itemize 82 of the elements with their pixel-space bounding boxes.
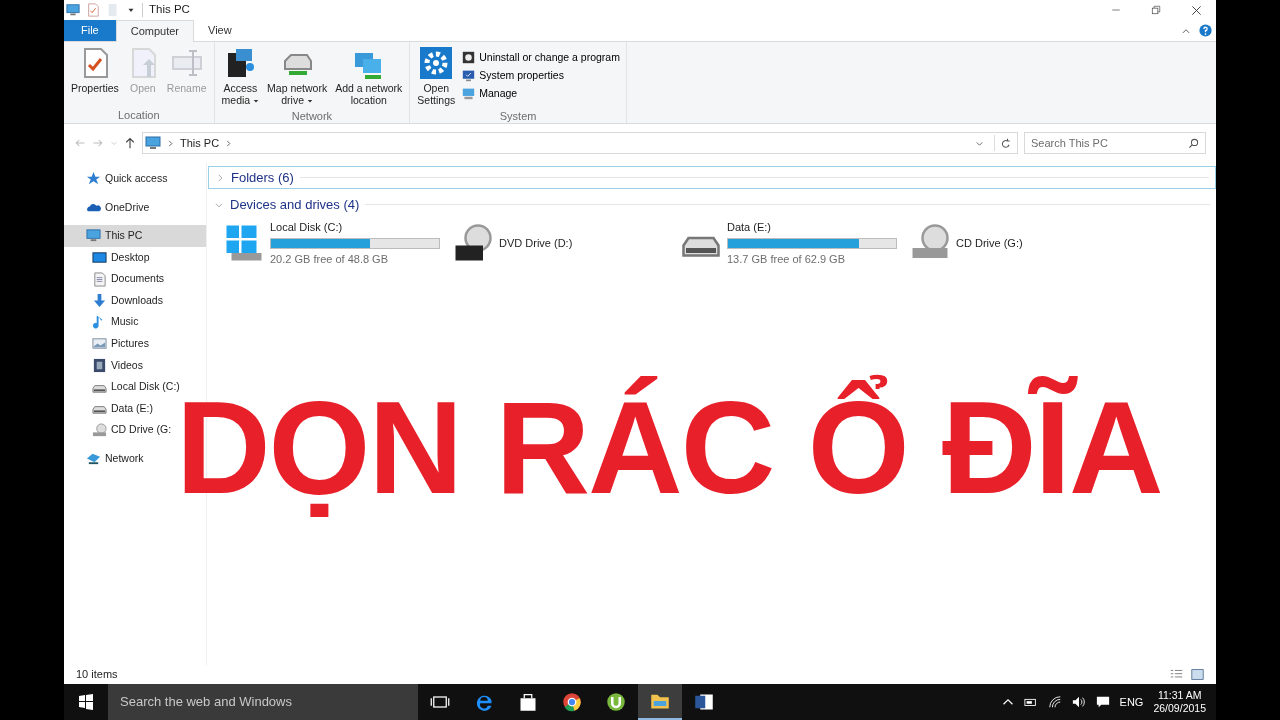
search-icon[interactable] bbox=[1188, 138, 1199, 150]
clock-time[interactable]: 11:31 AM bbox=[1153, 689, 1206, 702]
sidebar-item[interactable]: This PC bbox=[64, 225, 206, 247]
ribbon-tab[interactable]: Computer bbox=[115, 20, 195, 42]
window-title: This PC bbox=[149, 2, 190, 18]
film-icon bbox=[92, 358, 107, 374]
ribbon-button[interactable]: Access media bbox=[218, 45, 263, 108]
sidebar-item[interactable]: Quick access bbox=[64, 168, 206, 190]
drive-name[interactable]: Data (E:) bbox=[727, 219, 897, 236]
drive-name[interactable]: DVD Drive (D:) bbox=[499, 234, 573, 252]
windows-drive-icon bbox=[224, 223, 264, 263]
computer-icon bbox=[145, 135, 161, 151]
disc-drive-icon bbox=[92, 422, 107, 438]
breadcrumb[interactable]: This PC bbox=[180, 134, 220, 152]
desktop-icon bbox=[92, 250, 107, 266]
computer-icon bbox=[66, 3, 80, 17]
star-icon bbox=[86, 171, 101, 187]
free-space-text: 20.2 GB free of 48.8 GB bbox=[270, 251, 389, 267]
ribbon-button[interactable]: Properties bbox=[68, 45, 122, 107]
dvd-drive-icon bbox=[453, 223, 493, 263]
document-icon bbox=[92, 271, 107, 287]
close-icon[interactable] bbox=[1190, 4, 1202, 16]
drive-name[interactable]: Local Disk (C:) bbox=[270, 219, 440, 236]
clock-date[interactable]: 26/09/2015 bbox=[1153, 702, 1206, 715]
search-field[interactable]: Search This PC bbox=[1024, 132, 1206, 154]
caret-icon bbox=[253, 98, 260, 105]
picture-icon bbox=[92, 336, 107, 352]
input-language[interactable]: ENG bbox=[1119, 693, 1144, 711]
ribbon-small-button[interactable]: Manage bbox=[460, 84, 622, 103]
sidebar-item[interactable]: Local Disk (C:) bbox=[64, 376, 206, 398]
down-arrow-icon bbox=[92, 293, 107, 309]
refresh-icon[interactable] bbox=[1000, 137, 1012, 150]
sidebar-item[interactable]: Videos bbox=[64, 354, 206, 377]
shopping-bag-icon bbox=[518, 692, 538, 712]
message-icon[interactable] bbox=[1095, 695, 1110, 709]
help-icon[interactable] bbox=[1199, 24, 1212, 37]
large-icons-view-icon[interactable] bbox=[1191, 668, 1204, 681]
breadcrumb-chevron-icon[interactable] bbox=[167, 139, 174, 147]
ribbon-group-label: System bbox=[498, 109, 538, 124]
free-space-text: 13.7 GB free of 62.9 GB bbox=[727, 251, 846, 267]
dropdown-chevron-icon[interactable] bbox=[975, 139, 984, 149]
sidebar-item[interactable]: Pictures bbox=[64, 333, 206, 355]
address-field[interactable]: This PC bbox=[142, 132, 1018, 154]
sidebar-item[interactable]: Desktop bbox=[64, 246, 206, 269]
ribbon-button[interactable]: Add a network location bbox=[332, 45, 406, 108]
up-arrow-icon[interactable] bbox=[124, 137, 136, 149]
ribbon-button[interactable]: Map network drive bbox=[264, 45, 331, 108]
taskbar-app[interactable] bbox=[638, 684, 682, 720]
ribbon-group-label: Location bbox=[117, 108, 161, 123]
checklist-icon[interactable] bbox=[86, 3, 100, 17]
computer-icon bbox=[86, 228, 101, 244]
section-header[interactable]: Devices and drives (4) bbox=[208, 193, 1216, 216]
sidebar-item[interactable]: OneDrive bbox=[64, 196, 206, 219]
monitor-check-icon bbox=[462, 69, 476, 83]
ribbon-tab[interactable]: View bbox=[194, 20, 246, 41]
sidebar-item[interactable]: Downloads bbox=[64, 289, 206, 312]
rename-icon bbox=[170, 47, 203, 79]
section-header[interactable]: Folders (6) bbox=[208, 166, 1216, 189]
ribbon-button[interactable]: Open Settings bbox=[414, 45, 459, 108]
wifi-icon[interactable] bbox=[1047, 695, 1062, 709]
word-document-icon bbox=[694, 692, 714, 712]
ribbon-group-label: Network bbox=[290, 109, 334, 124]
restore-icon[interactable] bbox=[1151, 4, 1161, 15]
network-icon bbox=[86, 451, 101, 467]
gear-icon bbox=[420, 47, 453, 79]
disc-box-icon bbox=[462, 51, 476, 65]
chrome-circle-icon bbox=[562, 692, 582, 712]
ribbon-tab[interactable]: File bbox=[64, 20, 116, 41]
chevron-icon bbox=[215, 172, 225, 183]
computer-manage-icon bbox=[462, 86, 476, 100]
sidebar-item[interactable]: Music bbox=[64, 311, 206, 334]
ribbon-small-button[interactable]: System properties bbox=[460, 66, 622, 85]
speaker-icon[interactable] bbox=[1071, 695, 1086, 709]
ribbon-small-button[interactable]: Uninstall or change a program bbox=[460, 49, 622, 67]
drive-name[interactable]: CD Drive (G:) bbox=[956, 234, 1023, 252]
taskbar-search-field[interactable]: Search the web and Windows bbox=[108, 684, 418, 720]
item-count: 10 items bbox=[76, 667, 118, 683]
sidebar-item[interactable]: Documents bbox=[64, 268, 206, 290]
details-view-icon[interactable] bbox=[1170, 668, 1183, 681]
caret-icon bbox=[306, 98, 313, 105]
breadcrumb-chevron-icon[interactable] bbox=[225, 139, 233, 147]
windows-logo-icon bbox=[78, 694, 94, 710]
